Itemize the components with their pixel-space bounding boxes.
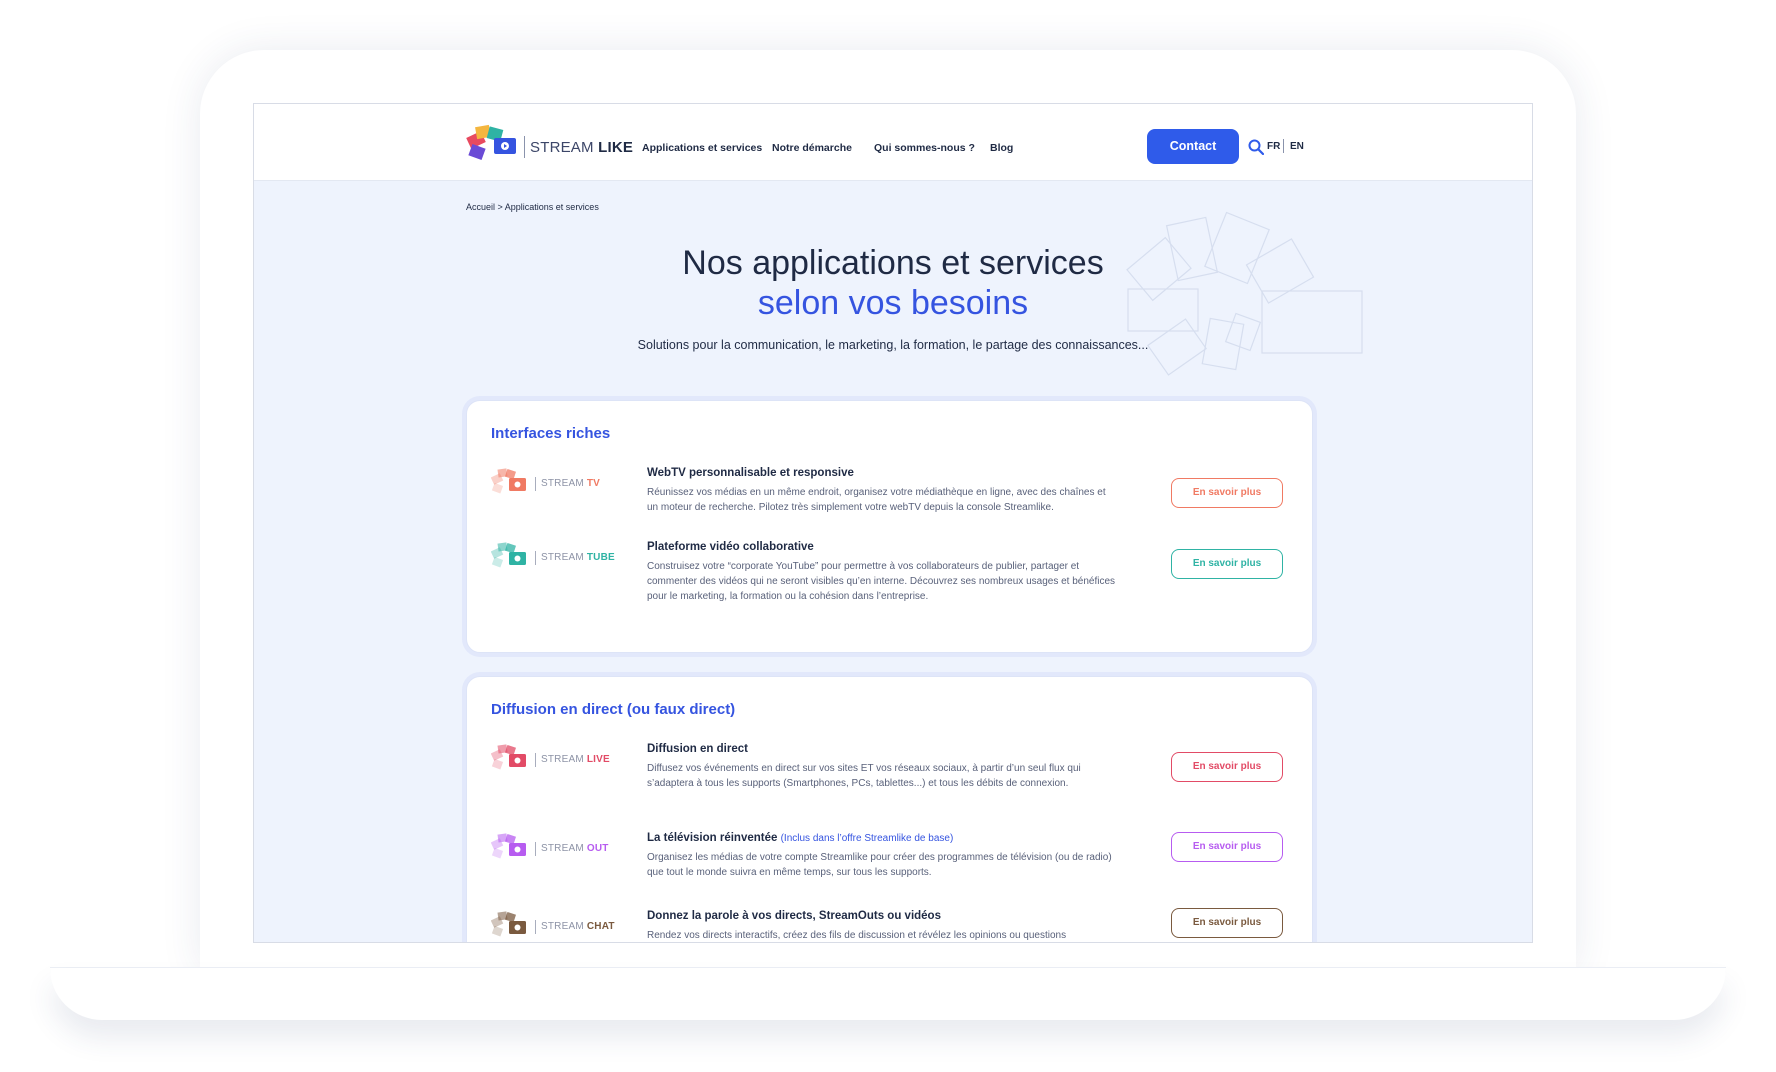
brand-prefix: STREAM (541, 478, 584, 489)
service-title: Plateforme vidéo collaborative (647, 541, 814, 553)
service-title: WebTV personnalisable et responsive (647, 467, 854, 479)
laptop-base (50, 968, 1726, 1020)
service-streamlive: STREAM LIVE Diffusion en direct Diffusez… (491, 743, 1291, 813)
nav-blog[interactable]: Blog (990, 142, 1013, 154)
brand-prefix: STREAM (541, 843, 584, 854)
brand-name: STREAM TV (541, 478, 600, 489)
service-streamchat: STREAM CHAT Donnez la parole à vos direc… (491, 908, 1291, 942)
streamlike-logo[interactable]: STREAM LIKE (466, 124, 636, 166)
en-savoir-plus-button[interactable]: En savoir plus (1171, 752, 1283, 782)
lang-fr[interactable]: FR (1267, 141, 1280, 152)
logo-word-like: LIKE (598, 139, 634, 156)
en-savoir-plus-button[interactable]: En savoir plus (1171, 908, 1283, 938)
service-description: Rendez vos directs interactifs, créez de… (647, 930, 1067, 941)
brand-name: STREAM LIVE (541, 754, 610, 765)
service-streamtv: STREAM TV WebTV personnalisable et respo… (491, 467, 1291, 537)
lang-divider (1283, 139, 1284, 153)
en-savoir-plus-button[interactable]: En savoir plus (1171, 832, 1283, 862)
included-tag[interactable]: (Inclus dans l’offre Streamlike de base) (781, 833, 954, 844)
streamtv-logo[interactable]: STREAM TV (491, 467, 631, 501)
streamout-logo[interactable]: STREAM OUT (491, 832, 631, 866)
service-description: Réunissez vos médias en un même endroit,… (647, 487, 1106, 513)
service-title: La télévision réinventée (Inclus dans l’… (647, 832, 953, 844)
section-title: Diffusion en direct (ou faux direct) (491, 701, 736, 718)
hero-title-line2: selon vos besoins (757, 284, 1029, 322)
breadcrumb[interactable]: Accueil > Applications et services (466, 202, 599, 212)
brand-prefix: STREAM (541, 921, 584, 932)
service-streamout: STREAM OUT La télévision réinventée (Inc… (491, 832, 1291, 902)
streamchat-logo-icon (491, 911, 526, 937)
brand-prefix: STREAM (541, 754, 584, 765)
section-diffusion-direct: Diffusion en direct (ou faux direct) STR… (466, 676, 1313, 942)
streamtube-logo-icon (491, 542, 526, 568)
streamlive-logo-icon (491, 744, 526, 770)
search-icon[interactable] (1248, 139, 1264, 155)
logo-wordmark: STREAM LIKE (530, 139, 633, 156)
hero-title-line1: Nos applications et services (682, 244, 1104, 282)
en-savoir-plus-button[interactable]: En savoir plus (1171, 549, 1283, 579)
streamtv-logo-icon (491, 468, 526, 494)
streamtube-logo[interactable]: STREAM TUBE (491, 541, 631, 575)
service-streamtube: STREAM TUBE Plateforme vidéo collaborati… (491, 541, 1291, 611)
logo-divider (524, 136, 525, 158)
streamlive-logo[interactable]: STREAM LIVE (491, 743, 631, 777)
section-title: Interfaces riches (491, 425, 611, 442)
hero-subtitle: Solutions pour la communication, le mark… (637, 338, 1149, 352)
logo-divider (535, 477, 536, 491)
nav-qui-sommes-nous[interactable]: Qui sommes-nous ? (874, 142, 975, 154)
brand-suffix: CHAT (586, 921, 615, 932)
brand-name: STREAM CHAT (541, 921, 615, 932)
site-header: STREAM LIKE Applications et services Not… (254, 104, 1532, 181)
contact-button[interactable]: Contact (1147, 129, 1239, 164)
brand-suffix: OUT (586, 843, 609, 854)
service-description: Diffusez vos événements en direct sur vo… (647, 763, 1081, 789)
nav-applications[interactable]: Applications et services (642, 142, 762, 154)
streamlike-logo-icon (466, 124, 516, 161)
en-savoir-plus-button[interactable]: En savoir plus (1171, 478, 1283, 508)
nav-demarche[interactable]: Notre démarche (772, 142, 852, 154)
browser-screen: STREAM LIKE Applications et services Not… (253, 103, 1533, 943)
service-description: Construisez votre “corporate YouTube” po… (647, 561, 1116, 602)
brand-suffix: TUBE (586, 552, 615, 563)
brand-name: STREAM OUT (541, 843, 609, 854)
section-interfaces-riches: Interfaces riches STREAM TV WebTV person… (466, 400, 1313, 653)
streamout-logo-icon (491, 833, 526, 859)
logo-divider (535, 551, 536, 565)
service-title: Diffusion en direct (647, 743, 748, 755)
service-title-text: La télévision réinventée (647, 832, 778, 844)
logo-word-stream: STREAM (530, 139, 594, 156)
brand-suffix: TV (586, 478, 601, 489)
lang-en[interactable]: EN (1290, 141, 1304, 152)
logo-divider (535, 753, 536, 767)
service-description: Organisez les médias de votre compte Str… (647, 852, 1112, 878)
brand-suffix: LIVE (586, 754, 610, 765)
brand-prefix: STREAM (541, 552, 584, 563)
streamchat-logo[interactable]: STREAM CHAT (491, 910, 631, 942)
brand-name: STREAM TUBE (541, 552, 615, 563)
logo-divider (535, 842, 536, 856)
logo-divider (535, 920, 536, 934)
service-title: Donnez la parole à vos directs, StreamOu… (647, 910, 941, 922)
